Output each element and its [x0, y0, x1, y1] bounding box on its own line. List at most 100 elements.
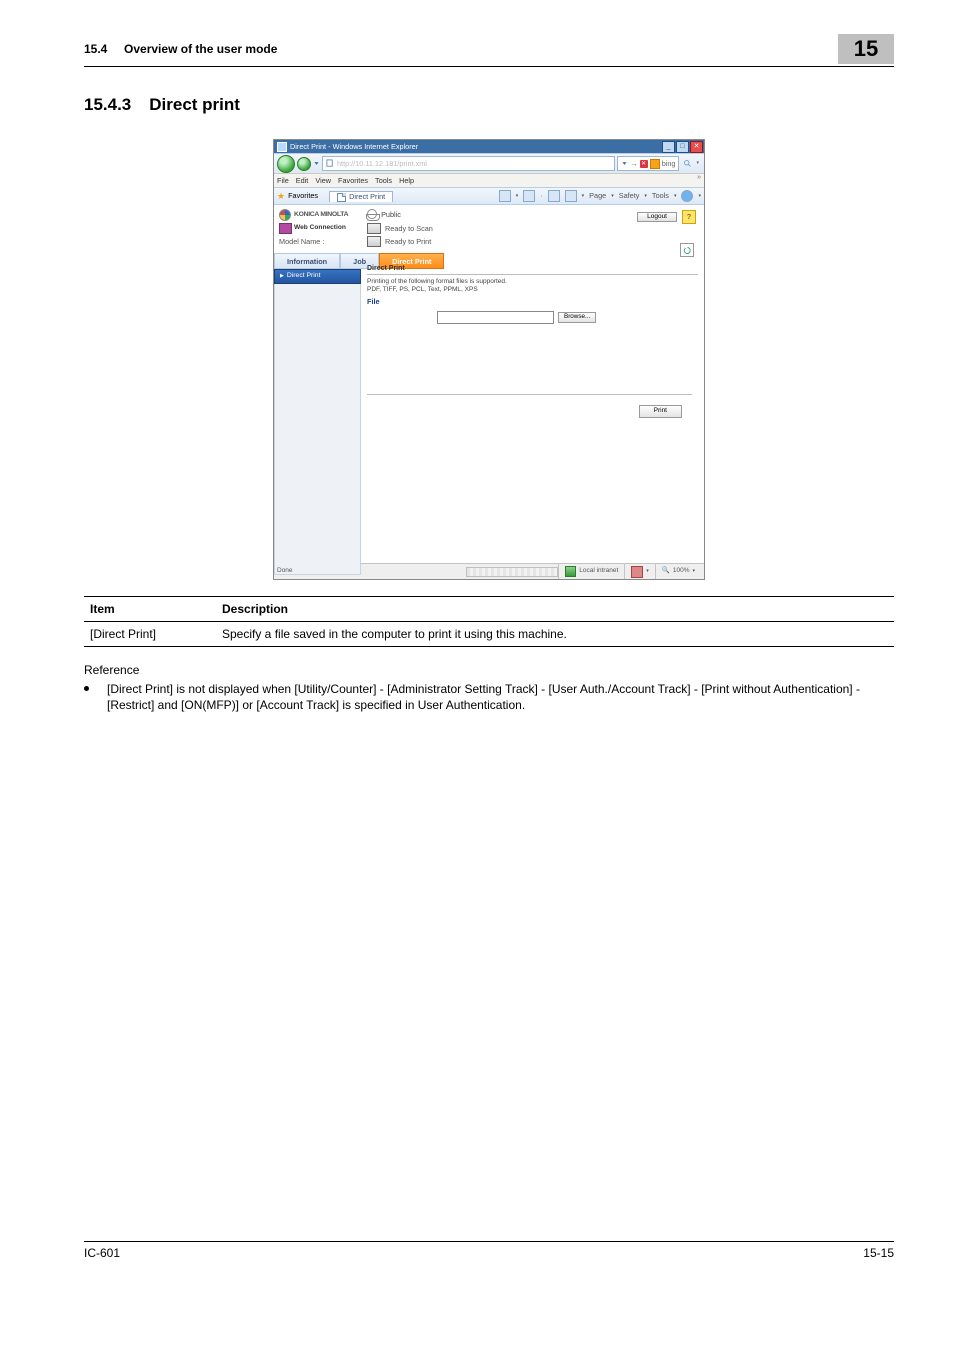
status-done-label: Done	[277, 568, 337, 575]
sidebar-item-label: Direct Print	[287, 273, 321, 280]
footer-left: IC-601	[84, 1246, 120, 1260]
dp-description2: PDF, TIFF, PS, PCL, Text, PPML, XPS	[367, 286, 698, 294]
maximize-button[interactable]: □	[676, 141, 689, 153]
help-toolbar-icon[interactable]	[681, 190, 693, 202]
user-icon	[367, 209, 377, 219]
ie-icon	[277, 142, 287, 152]
home-icon[interactable]	[499, 190, 511, 202]
menu-view[interactable]: View	[315, 177, 331, 184]
menu-edit[interactable]: Edit	[296, 177, 309, 184]
window-titlebar: Direct Print - Windows Internet Explorer…	[274, 140, 704, 153]
triangle-right-icon: ▶	[280, 274, 284, 279]
menu-file[interactable]: File	[277, 177, 289, 184]
feeds-icon[interactable]	[523, 190, 535, 202]
bullet-icon	[84, 686, 89, 691]
mail-icon[interactable]	[548, 190, 560, 202]
print-toolbar-icon[interactable]	[565, 190, 577, 202]
subsection-title: Direct print	[149, 95, 240, 115]
bing-label: bing	[662, 160, 676, 167]
subsection-number: 15.4.3	[84, 95, 131, 115]
reference-bullet: [Direct Print] is not displayed when [Ut…	[84, 681, 894, 713]
window-title: Direct Print - Windows Internet Explorer	[290, 143, 662, 150]
dp-description1: Printing of the following format files i…	[367, 278, 698, 286]
logout-button[interactable]: Logout	[637, 212, 677, 223]
page-footer: IC-601 15-15	[84, 1241, 894, 1260]
sidebar: ▶ Direct Print	[274, 269, 361, 575]
zoom-icon[interactable]: 🔍	[662, 568, 670, 575]
user-label: Public	[381, 210, 401, 219]
browser-tab-label: Direct Print	[349, 193, 385, 200]
address-toolbar: http://10.11.12.181/print.xml → ✕ bing ▾	[274, 153, 704, 173]
sidebar-item-direct-print[interactable]: ▶ Direct Print	[274, 269, 361, 284]
toolbar-tools[interactable]: Tools	[652, 192, 669, 199]
brand-row: KONICA MINOLTA	[274, 205, 361, 223]
nav-forward-button[interactable]	[297, 157, 311, 171]
reference-text: [Direct Print] is not displayed when [Ut…	[107, 681, 894, 713]
toolbar-page[interactable]: Page	[589, 192, 606, 199]
zoom-value: 100%	[673, 568, 690, 575]
section-divider	[367, 274, 698, 275]
menu-favorites[interactable]: Favorites	[338, 177, 368, 184]
favorites-star-icon[interactable]: ★	[277, 192, 285, 201]
status-ready-print: Ready to Print	[385, 238, 431, 245]
refresh-status-button[interactable]	[680, 243, 694, 257]
scanner-status-icon	[367, 223, 381, 234]
browser-tab-direct-print[interactable]: Direct Print	[329, 191, 393, 202]
table-cell-desc: Specify a file saved in the computer to …	[216, 622, 894, 647]
toolbar-safety[interactable]: Safety	[619, 192, 640, 199]
section-number: 15.4	[84, 42, 107, 56]
section-separator	[367, 394, 692, 395]
favorites-label[interactable]: Favorites	[288, 192, 318, 199]
close-button[interactable]: ✕	[690, 141, 703, 153]
chevrons-icon[interactable]: »	[697, 174, 701, 181]
protected-mode-icon[interactable]	[631, 566, 643, 578]
menu-bar: File Edit View Favorites Tools Help	[274, 173, 704, 187]
section-heading: Direct Print	[367, 265, 698, 272]
konica-minolta-logo-icon	[279, 209, 291, 221]
search-icon[interactable]	[683, 159, 692, 168]
chapter-number-box: 15	[838, 34, 894, 64]
web-connection-label: Web Connection	[294, 225, 346, 232]
address-url: http://10.11.12.181/print.xml	[337, 160, 427, 167]
file-path-input[interactable]	[437, 311, 554, 324]
tab-information[interactable]: Information	[274, 253, 340, 269]
refresh-addr-icon	[621, 160, 628, 167]
security-zone-icon	[565, 566, 576, 577]
direct-print-section: Direct Print Printing of the following f…	[361, 265, 698, 324]
go-arrow-icon: →	[630, 160, 637, 167]
reference-label: Reference	[84, 663, 894, 677]
pagescope-logo-icon	[279, 223, 292, 234]
toolbar-dd2[interactable]: ▾	[582, 194, 585, 199]
table-header-item: Item	[84, 597, 216, 622]
bing-icon	[650, 159, 660, 169]
footer-right: 15-15	[863, 1246, 894, 1260]
running-head: 15.4 Overview of the user mode	[84, 42, 838, 56]
table-header-description: Description	[216, 597, 894, 622]
section-title: Overview of the user mode	[124, 42, 277, 56]
search-box[interactable]: → ✕ bing	[617, 156, 679, 171]
browse-button[interactable]: Browse...	[558, 312, 596, 322]
search-options-icon[interactable]: ▾	[694, 161, 701, 166]
model-name-label: Model Name :	[274, 236, 361, 247]
table-row: [Direct Print] Specify a file saved in t…	[84, 622, 894, 647]
minimize-button[interactable]: _	[662, 141, 675, 153]
nav-back-button[interactable]	[277, 155, 295, 173]
print-button[interactable]: Print	[639, 405, 682, 418]
header-divider	[84, 66, 894, 67]
brand-text: KONICA MINOLTA	[294, 212, 348, 219]
help-icon[interactable]: ?	[682, 210, 696, 224]
printer-status-block: Ready to Scan Ready to Print	[361, 222, 698, 248]
address-input[interactable]: http://10.11.12.181/print.xml	[322, 156, 615, 171]
menu-help[interactable]: Help	[399, 177, 414, 184]
toolbar-dd1[interactable]: ▾	[516, 194, 519, 199]
file-label: File	[367, 298, 698, 305]
sidebar-body	[274, 284, 361, 575]
menu-tools[interactable]: Tools	[375, 177, 392, 184]
table-cell-item: [Direct Print]	[84, 622, 216, 647]
item-description-table: Item Description [Direct Print] Specify …	[84, 596, 894, 647]
stop-icon[interactable]: ✕	[640, 160, 648, 168]
zoom-dropdown[interactable]: ▾	[692, 569, 695, 574]
history-dropdown-icon[interactable]	[313, 160, 320, 167]
zone-label: Local intranet	[579, 568, 618, 575]
web-connection-row: Web Connection	[274, 223, 361, 236]
